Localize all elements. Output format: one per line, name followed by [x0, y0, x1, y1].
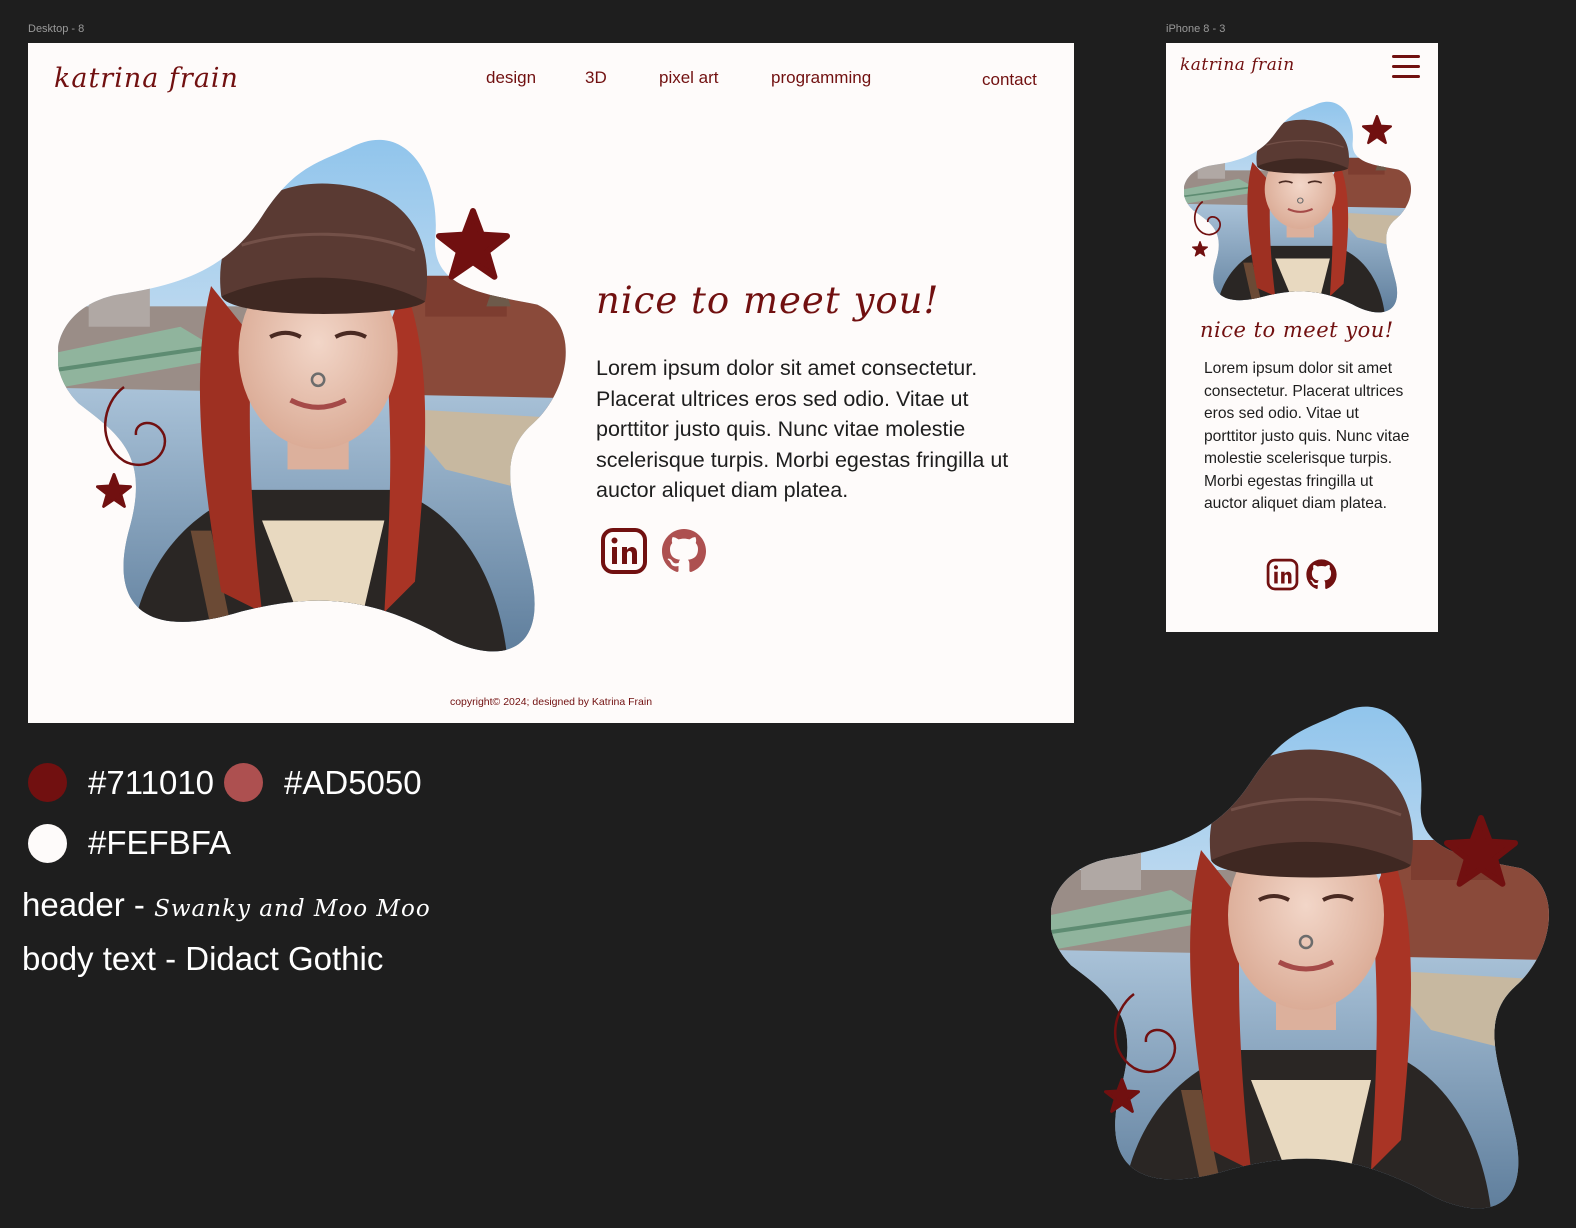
footer-copyright: copyright© 2024; designed by Katrina Fra…: [449, 696, 653, 708]
linkedin-icon[interactable]: [600, 527, 648, 575]
header-font-label: header -: [22, 886, 155, 923]
star-decoration-icon: [436, 208, 510, 280]
desktop-frame: katrina frain design 3D pixel art progra…: [28, 43, 1074, 723]
site-logo[interactable]: katrina frain: [54, 63, 239, 94]
color-hex-primary: #711010: [88, 764, 215, 801]
header-font-note: header - Swanky and Moo Moo: [22, 886, 431, 924]
nav-link-contact[interactable]: contact: [982, 70, 1037, 90]
color-swatch-primary: [28, 763, 67, 802]
standalone-profile-photo: [1046, 700, 1556, 1210]
desktop-frame-label: Desktop - 8: [28, 23, 85, 35]
color-swatch-background: [28, 824, 67, 863]
phone-small-star-decoration-icon: [1192, 241, 1208, 257]
nav-link-3d[interactable]: 3D: [585, 68, 607, 88]
standalone-small-star-decoration-icon: [1104, 1078, 1140, 1113]
color-hex-background: #FEFBFA: [88, 824, 232, 861]
hero-body-text: Lorem ipsum dolor sit amet consectetur. …: [596, 356, 1009, 503]
nav-link-pixel-art[interactable]: pixel art: [659, 68, 719, 88]
color-swatch-secondary: [224, 763, 263, 802]
color-hex-secondary: #AD5050: [284, 764, 422, 801]
body-font-label: body text -: [22, 940, 186, 977]
phone-hero-title: nice to meet you!: [1200, 318, 1394, 342]
phone-hero-body-text: Lorem ipsum dolor sit amet consectetur. …: [1204, 360, 1410, 512]
github-icon[interactable]: [660, 527, 708, 575]
swirl-decoration-icon: [103, 385, 167, 467]
phone-star-decoration-icon: [1362, 115, 1392, 145]
standalone-swirl-decoration-icon: [1113, 992, 1177, 1074]
nav-link-programming[interactable]: programming: [771, 68, 871, 88]
hamburger-menu-icon[interactable]: [1392, 55, 1420, 81]
phone-linkedin-icon[interactable]: [1266, 558, 1299, 591]
phone-frame-label: iPhone 8 - 3: [1166, 23, 1226, 35]
phone-swirl-decoration-icon: [1193, 200, 1221, 236]
body-font-note: body text - Didact Gothic: [22, 940, 383, 978]
nav-link-design[interactable]: design: [486, 68, 536, 88]
hero-title: nice to meet you!: [596, 279, 940, 322]
body-font-name: Didact Gothic: [185, 940, 384, 977]
phone-site-logo[interactable]: katrina frain: [1180, 55, 1295, 75]
standalone-star-decoration-icon: [1444, 815, 1518, 887]
small-star-decoration-icon: [96, 473, 132, 508]
phone-frame: katrina frain nice to meet you! Lorem ip…: [1166, 43, 1438, 632]
phone-github-icon[interactable]: [1305, 558, 1338, 591]
header-font-name: Swanky and Moo Moo: [154, 896, 431, 922]
